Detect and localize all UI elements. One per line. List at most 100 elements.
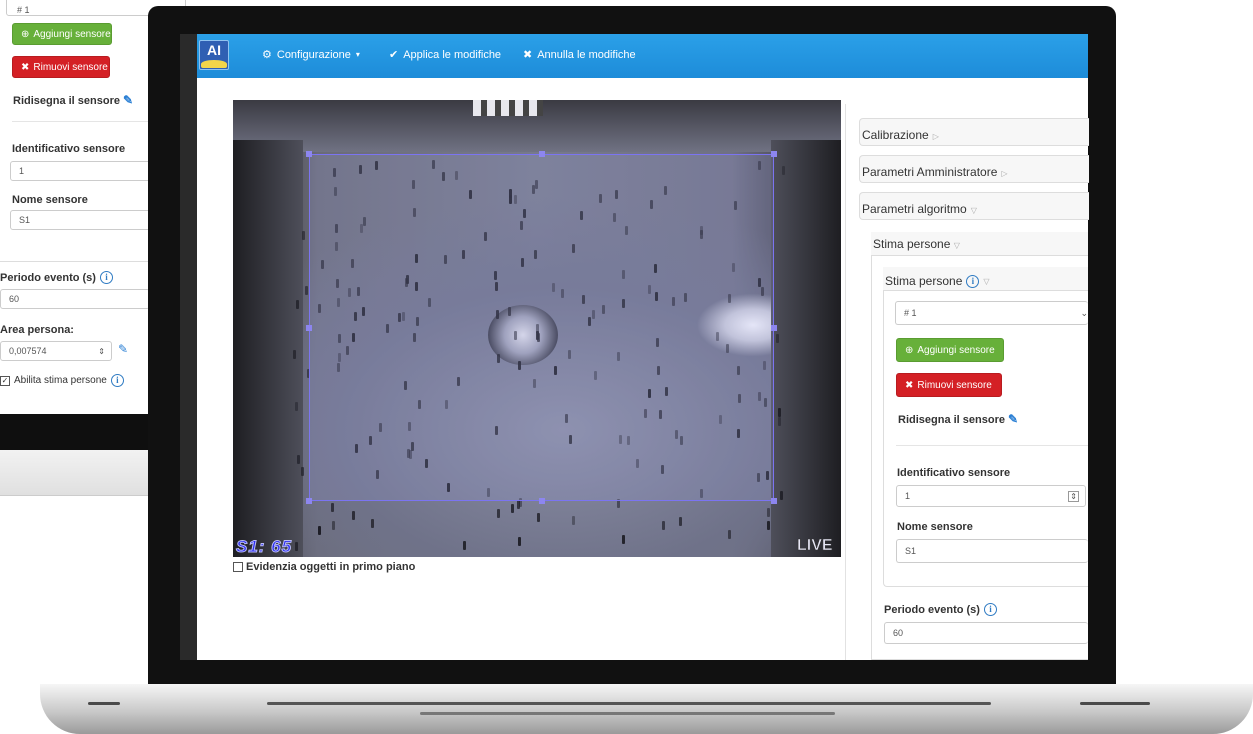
info-icon[interactable]: i [983,603,997,616]
id-input[interactable]: 1 ⇕ [896,485,1086,507]
crowd-person [775,333,779,343]
screen-left-gutter [180,34,197,660]
bg-id-input[interactable]: 1 [10,161,160,181]
info-icon[interactable]: i [99,271,113,284]
top-navbar: AI ⚙ Configurazione ▾ ✔ Applica le modif… [197,34,1088,78]
crowd-person [572,516,576,526]
period-label-row: Periodo evento (s) i [884,603,997,616]
divider [896,445,1088,446]
crowd-person [780,490,784,500]
add-sensor-label: Aggiungi sensore [917,344,995,356]
cancel-changes-button[interactable]: ✖ Annulla le modifiche [523,48,636,62]
base-port [88,702,120,705]
close-icon: ✖ [905,379,914,391]
crowd-person [778,407,782,417]
info-icon[interactable]: i [110,374,124,387]
video-windows [473,100,543,116]
crowd-person [301,466,305,476]
bg-period-label: Periodo evento (s) [0,271,96,284]
stepper-icon[interactable]: ⇕ [98,347,105,356]
pencil-icon[interactable]: ✎ [118,342,128,356]
bg-remove-sensor-label: Rimuovi sensore [33,61,108,73]
people-estimate-header[interactable]: Stima persone ▽ [871,232,1088,256]
chevron-right-icon: ▷ [1001,169,1008,178]
bg-name-input[interactable]: S1 [10,210,160,230]
resize-handle[interactable] [539,498,545,504]
logo-wave [201,60,227,68]
crowd-person [297,454,301,464]
add-sensor-button[interactable]: ⊕ Aggiungi sensore [896,338,1004,362]
resize-handle[interactable] [771,498,777,504]
bg-sensor-select-value: # 1 [17,5,30,15]
accordion-calibration[interactable]: Calibrazione ▷ [859,118,1089,146]
crowd-person [317,526,321,536]
resize-handle[interactable] [306,498,312,504]
checkbox-icon[interactable]: ✓ [0,375,10,386]
highlight-foreground-toggle[interactable]: Evidenzia oggetti in primo piano [233,561,415,573]
video-left-wall [233,140,303,557]
crowd-person [621,534,625,544]
id-value: 1 [905,491,911,501]
sensor-select[interactable]: # 1 ⌄ [895,301,1088,325]
remove-sensor-button[interactable]: ✖ Rimuovi sensore [896,373,1002,397]
crowd-person [767,508,771,518]
name-input[interactable]: S1 [896,539,1088,563]
crowd-person [497,508,501,518]
cancel-changes-label: Annulla le modifiche [537,48,636,61]
crowd-person [662,520,666,530]
bg-area-input[interactable]: 0,007574 ⇕ [0,341,112,361]
people-estimate-header-label: Stima persone [873,237,951,251]
plus-circle-icon: ⊕ [21,28,30,40]
info-icon[interactable]: i [966,274,980,288]
resize-handle[interactable] [306,151,312,157]
crowd-person [351,510,355,520]
redraw-sensor[interactable]: Ridisegna il sensore ✎ [898,412,1018,426]
period-value: 60 [893,628,904,638]
bg-redraw-sensor-label: Ridisegna il sensore [13,95,120,107]
apply-changes-label: Applica le modifiche [403,48,502,61]
background-dark-bar [0,414,150,450]
crowd-person [517,537,521,547]
crowd-person [296,300,300,310]
bg-add-sensor-button[interactable]: ⊕ Aggiungi sensore [12,23,112,45]
crowd-person [293,349,297,359]
stepper-icon[interactable]: ⇕ [1068,490,1079,502]
bg-id-value: 1 [19,166,25,176]
resize-handle[interactable] [306,325,312,331]
config-menu[interactable]: ⚙ Configurazione ▾ [262,48,360,62]
apply-changes-button[interactable]: ✔ Applica le modifiche [389,48,502,62]
chevron-down-icon: ▽ [953,241,960,250]
bg-remove-sensor-button[interactable]: ✖ Rimuovi sensore [12,56,110,78]
chevron-right-icon: ▷ [932,132,939,141]
app-logo[interactable]: AI [199,40,229,70]
resize-handle[interactable] [771,151,777,157]
close-icon: ✖ [523,49,533,61]
bg-redraw-sensor[interactable]: Ridisegna il sensore ✎ [13,93,133,107]
chevron-down-icon: ▽ [983,276,990,286]
sensor-region-rectangle[interactable] [306,151,777,504]
resize-handle[interactable] [539,151,545,157]
bg-name-value: S1 [19,215,31,225]
crowd-person [301,231,305,241]
accordion-calibration-label: Calibrazione [862,128,929,142]
highlight-foreground-label: Evidenzia oggetti in primo piano [246,561,416,573]
bg-period-label-row: Periodo evento (s) i [0,271,113,284]
period-input[interactable]: 60 [884,622,1088,644]
id-label: Identificativo sensore [897,467,1011,479]
check-icon: ✔ [389,49,399,61]
checkbox-icon[interactable] [233,562,243,572]
crowd-person [782,165,786,175]
pencil-icon[interactable]: ✎ [1008,412,1018,426]
resize-handle[interactable] [771,325,777,331]
divider [12,121,152,122]
accordion-algorithm[interactable]: Parametri algoritmo ▽ [859,192,1089,220]
people-estimate-subheader-label: Stima persone [885,274,963,288]
base-hinge [267,702,991,705]
bg-enable-people-estimate[interactable]: ✓ Abilita stima persone i [0,374,124,387]
accordion-admin[interactable]: Parametri Amministratore ▷ [859,155,1089,183]
pencil-icon[interactable]: ✎ [123,93,133,107]
people-estimate-subheader[interactable]: Stima persone i ▽ [883,267,1088,291]
bg-period-input[interactable]: 60 [0,289,150,309]
name-value: S1 [905,546,917,556]
crowd-person [462,541,466,551]
